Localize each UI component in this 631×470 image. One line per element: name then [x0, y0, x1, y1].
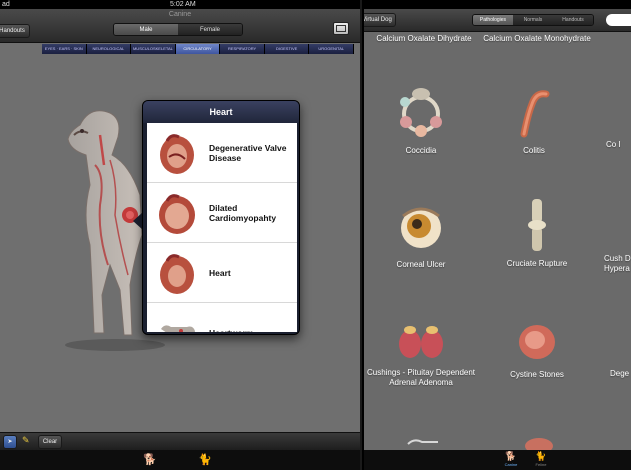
- tab-digestive[interactable]: DIGESTIVE: [264, 44, 310, 54]
- pathology-colitis[interactable]: Colitis: [479, 84, 589, 156]
- pathology-cystine-stones[interactable]: Cystine Stones: [482, 320, 592, 380]
- segment-pathologies[interactable]: Pathologies: [473, 15, 513, 25]
- title-bar: Canine Handouts Male Female: [0, 9, 360, 43]
- pathology-label: Cystine Stones: [510, 370, 564, 379]
- heart-icon: [160, 254, 194, 294]
- tab-label: Feline: [535, 462, 547, 467]
- handouts-button[interactable]: Handouts: [0, 24, 30, 38]
- pathology-corneal-ulcer[interactable]: Corneal Ulcer: [366, 202, 476, 270]
- cat-icon: 🐈: [535, 451, 547, 461]
- pathology-label: Coccidia: [405, 146, 437, 155]
- list-item-label: Dilated Cardiomyopahty: [209, 203, 277, 223]
- content-filter-segmented-control: Pathologies Normals Handouts: [472, 14, 594, 26]
- kidney-adrenal-icon: [399, 326, 443, 358]
- segment-male[interactable]: Male: [114, 24, 178, 35]
- tab-respiratory[interactable]: RESPIRATORY: [220, 44, 265, 54]
- pathology-label: Colitis: [523, 146, 545, 155]
- gender-segmented-control: Male Female: [113, 23, 243, 36]
- bladder-icon: [519, 325, 555, 359]
- segment-female[interactable]: Female: [178, 24, 242, 35]
- pointer-tool-button[interactable]: ➤: [3, 435, 17, 449]
- tab-urogenital[interactable]: UROGENITAL: [309, 44, 355, 54]
- pointer-icon: ➤: [7, 439, 13, 445]
- colitis-icon: [520, 90, 550, 138]
- tab-eyes-ears-skin[interactable]: EYES · EARS · SKIN: [42, 44, 87, 54]
- list-item-label: Degenerative Valve Disease: [209, 143, 287, 163]
- clear-button[interactable]: Clear: [38, 435, 62, 449]
- body-system-tabs: EYES · EARS · SKIN NEUROLOGICAL MUSCULOS…: [42, 44, 355, 54]
- pathology-partial-co[interactable]: Co I: [606, 140, 631, 150]
- dog-icon: 🐕: [505, 451, 517, 461]
- mail-button[interactable]: [333, 22, 349, 35]
- dog-skeleton-icon: [407, 439, 438, 445]
- pathology-label: Cruciate Rupture: [506, 259, 568, 268]
- tab-bar: 🐕 Canine 🐈 Feline: [364, 450, 631, 470]
- segment-normals[interactable]: Normals: [513, 15, 553, 25]
- screenshot-stage: ad 5:02 AM Canine Handouts Male Female E…: [0, 0, 631, 470]
- clock: 5:02 AM: [170, 1, 196, 8]
- tab-bar: 🐕 🐈: [0, 450, 360, 470]
- coccidia-icon: [400, 88, 442, 137]
- feline-tab[interactable]: 🐈: [198, 453, 212, 466]
- tab-musculoskeletal[interactable]: MUSCULOSKELETAL: [131, 44, 176, 54]
- list-item-degenerative-valve-disease[interactable]: Degenerative Valve Disease: [147, 123, 297, 183]
- heart-valve-icon: [160, 134, 194, 174]
- dog-silhouette-icon: [161, 325, 195, 332]
- eye-icon: [401, 207, 441, 248]
- pathology-label: Cush D Hypera: [604, 254, 631, 273]
- pathology-partial-dege[interactable]: Dege: [610, 369, 631, 379]
- pathology-calcium-oxalate-monohydrate[interactable]: Calcium Oxalate Monohydrate: [482, 34, 592, 44]
- knee-joint-icon: [528, 199, 546, 251]
- tab-feline[interactable]: 🐈 Feline: [524, 451, 558, 467]
- tab-neurological[interactable]: NEUROLOGICAL: [86, 44, 132, 54]
- heart-condition-list: Degenerative Valve Disease Dilated Cardi…: [147, 123, 297, 332]
- pathology-partial-cushings[interactable]: Cush D Hypera: [604, 254, 631, 273]
- heart-popover: Heart Degenerative Valve Disease Dilated…: [142, 100, 300, 335]
- pathology-label: Co I: [606, 140, 621, 149]
- status-bar: ad 5:02 AM: [0, 0, 360, 9]
- pencil-icon[interactable]: ✎: [22, 435, 30, 446]
- status-bar: [364, 0, 631, 9]
- tab-circulatory[interactable]: CIRCULATORY: [175, 44, 221, 54]
- tab-canine[interactable]: 🐕 Canine: [494, 451, 528, 467]
- tab-label: Canine: [504, 462, 518, 467]
- list-item-label: Heart: [209, 268, 231, 278]
- pathology-grid: Calcium Oxalate Dihydrate Calcium Oxalat…: [364, 32, 631, 452]
- pathology-coccidia[interactable]: Coccidia: [366, 84, 476, 156]
- pathology-label: Cushings - Pituitay Dependent Adrenal Ad…: [366, 368, 476, 387]
- list-item-label: Heartworm: [209, 303, 293, 332]
- pathologies-nav-bar: Virtual Dog Pathologies Normals Handouts: [364, 9, 631, 32]
- heart-icon: [159, 194, 195, 234]
- pathology-label: Corneal Ulcer: [396, 260, 446, 269]
- pathology-cruciate-rupture[interactable]: Cruciate Rupture: [482, 197, 592, 269]
- list-item-heartworm[interactable]: Heartworm: [147, 303, 297, 332]
- carrier-label: ad: [2, 1, 10, 8]
- pathology-cushings-pituitary[interactable]: Cushings - Pituitay Dependent Adrenal Ad…: [366, 322, 476, 387]
- canine-tab[interactable]: 🐕: [143, 453, 157, 466]
- pathology-label: Dege: [610, 369, 630, 378]
- pathologies-screen: Virtual Dog Pathologies Normals Handouts…: [362, 0, 631, 470]
- search-input[interactable]: [606, 14, 631, 26]
- list-item-dilated-cardiomyopathy[interactable]: Dilated Cardiomyopahty: [147, 183, 297, 243]
- segment-handouts[interactable]: Handouts: [553, 15, 593, 25]
- pathology-label: Calcium Oxalate Monohydrate: [483, 34, 591, 43]
- virtual-dog-button[interactable]: Virtual Dog: [364, 13, 396, 27]
- list-item-heart[interactable]: Heart: [147, 243, 297, 303]
- envelope-icon: [336, 25, 346, 32]
- pathology-calcium-oxalate-dihydrate[interactable]: Calcium Oxalate Dihydrate: [369, 34, 479, 44]
- pathology-label: Calcium Oxalate Dihydrate: [376, 34, 472, 43]
- tissue-icon: [525, 438, 553, 452]
- drawing-toolbar: ➤ ✎ Clear: [0, 432, 360, 450]
- app-title: Canine: [168, 11, 192, 18]
- canine-anatomy-screen: ad 5:02 AM Canine Handouts Male Female E…: [0, 0, 360, 470]
- popover-title: Heart: [143, 101, 299, 123]
